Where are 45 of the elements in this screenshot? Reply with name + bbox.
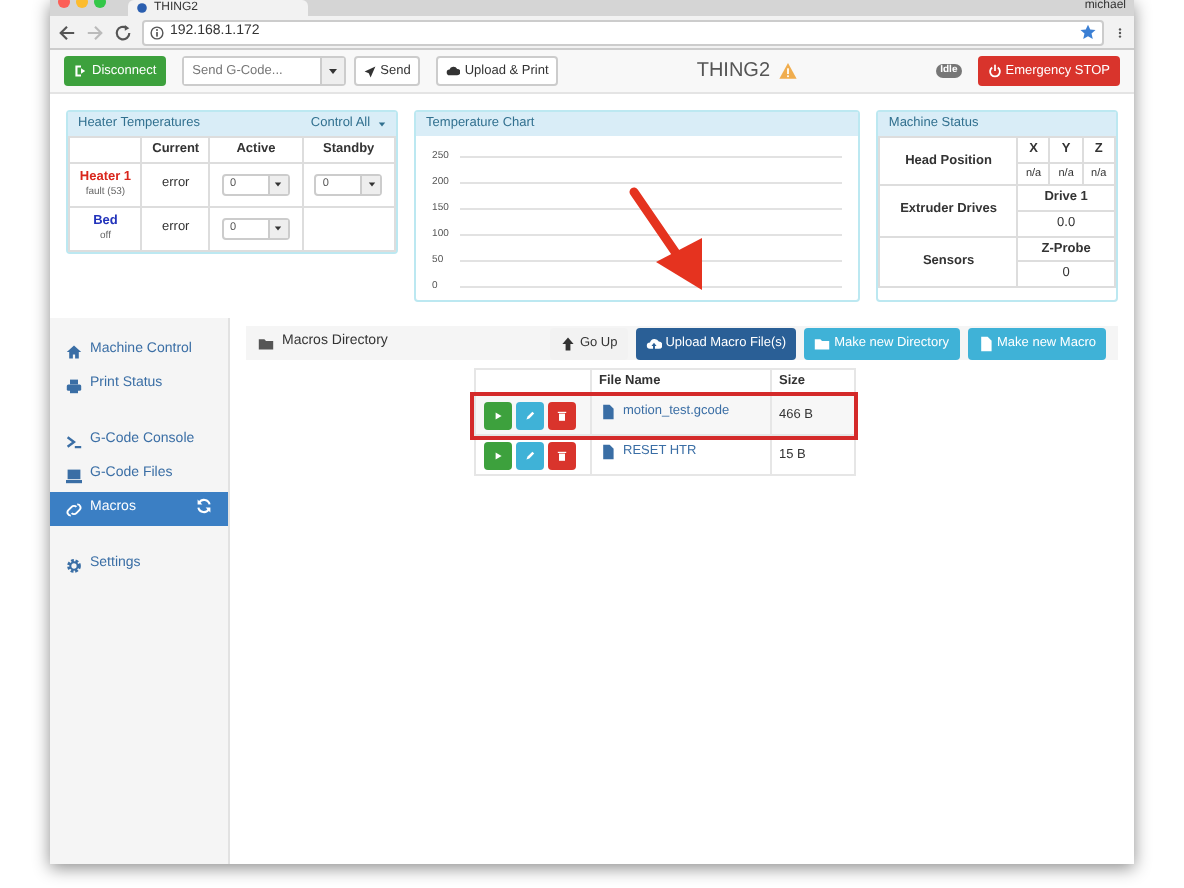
machine-name: THING2 xyxy=(696,58,771,86)
printer-icon xyxy=(66,377,82,393)
home-icon xyxy=(66,343,82,359)
caret-down-icon xyxy=(274,224,283,233)
favicon-icon xyxy=(136,2,148,14)
edit-button[interactable] xyxy=(515,441,543,469)
power-icon xyxy=(987,64,1002,78)
play-icon xyxy=(491,449,503,461)
caret-down-icon xyxy=(274,180,283,189)
go-up-icon xyxy=(559,335,576,351)
folder-icon xyxy=(814,335,831,351)
star-icon xyxy=(1080,24,1096,40)
send-icon xyxy=(364,65,377,77)
back-icon xyxy=(58,23,76,41)
caret-down-icon xyxy=(378,120,387,128)
link-icon xyxy=(66,501,82,517)
file-icon xyxy=(599,404,615,421)
caret-down-icon xyxy=(328,66,339,76)
cloud-upload-icon xyxy=(645,335,662,351)
caret-down-icon xyxy=(367,180,376,189)
trash-icon xyxy=(555,449,567,461)
play-icon xyxy=(491,409,503,421)
more-menu-icon xyxy=(1114,23,1126,41)
edit-button[interactable] xyxy=(515,401,543,429)
settings-icon xyxy=(66,557,82,573)
run-button[interactable] xyxy=(483,441,511,469)
refresh-icon xyxy=(196,498,212,515)
folder-icon xyxy=(258,335,274,351)
forward-icon xyxy=(86,23,104,41)
delete-button[interactable] xyxy=(547,401,575,429)
info-icon xyxy=(150,25,164,39)
drive-icon xyxy=(66,467,82,483)
pencil-icon xyxy=(523,409,535,421)
terminal-icon xyxy=(66,433,82,449)
warning-icon xyxy=(778,62,799,80)
file-icon xyxy=(599,444,615,461)
reload-icon xyxy=(114,23,132,41)
trash-icon xyxy=(555,409,567,421)
run-button[interactable] xyxy=(483,401,511,429)
file-icon xyxy=(977,335,993,351)
sign-out-icon xyxy=(74,64,88,78)
pencil-icon xyxy=(523,449,535,461)
cloud-upload-icon xyxy=(446,64,461,78)
delete-button[interactable] xyxy=(547,441,575,469)
annotation-arrow xyxy=(628,186,708,294)
